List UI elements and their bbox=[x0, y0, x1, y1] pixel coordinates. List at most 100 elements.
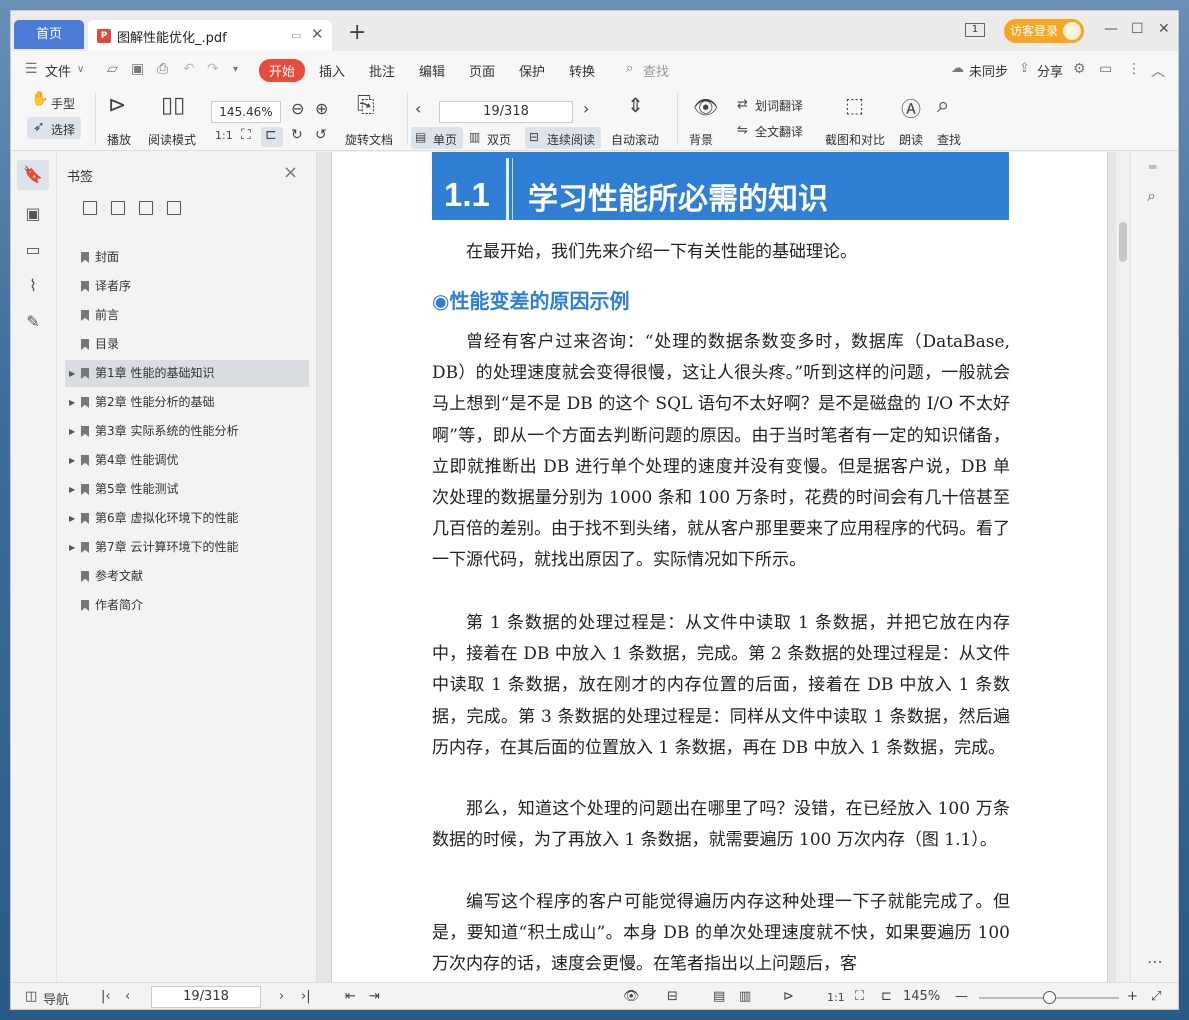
word-translate-button[interactable]: 划词翻译 bbox=[755, 97, 803, 114]
single-page-button[interactable]: 单页 bbox=[433, 131, 457, 148]
add-bookmark-icon[interactable] bbox=[83, 201, 97, 215]
bookmark-item[interactable]: 作者简介 bbox=[65, 592, 309, 619]
hand-tool[interactable]: 手型 bbox=[51, 95, 75, 112]
menu-insert[interactable]: 插入 bbox=[319, 61, 345, 80]
new-tab-icon[interactable]: + bbox=[348, 20, 366, 45]
attachment-icon[interactable]: ⌇ bbox=[23, 276, 43, 296]
zoom-select[interactable]: 145.46% bbox=[211, 101, 281, 123]
print-icon[interactable]: ⎙ bbox=[157, 61, 168, 77]
guest-login-button[interactable]: 访客登录 bbox=[1004, 19, 1084, 43]
continuous-read-button[interactable]: 连续阅读 bbox=[547, 131, 595, 148]
zoom-out-icon[interactable]: — bbox=[955, 989, 968, 1004]
bookmark-panel-icon[interactable]: 🔖 bbox=[17, 160, 49, 190]
autoscroll-button[interactable]: 自动滚动 bbox=[611, 131, 659, 148]
actual-size-icon[interactable]: 1:1 bbox=[215, 129, 233, 142]
menu-start[interactable]: 开始 bbox=[259, 59, 306, 82]
bookmark-item[interactable]: ▶ 第4章 性能调优 bbox=[65, 447, 309, 474]
read-aloud-button[interactable]: 朗读 bbox=[899, 131, 923, 148]
menu-convert[interactable]: 转换 bbox=[569, 61, 595, 80]
zoom-slider-knob[interactable] bbox=[1043, 991, 1056, 1004]
full-translate-button[interactable]: 全文翻译 bbox=[755, 123, 803, 140]
screenshot-compare-button[interactable]: 截图和对比 bbox=[825, 131, 885, 148]
add-child-bookmark-icon[interactable] bbox=[111, 201, 125, 215]
bookmark-item[interactable]: 前言 bbox=[65, 302, 309, 329]
expand-arrow-icon[interactable]: ▶ bbox=[69, 534, 75, 561]
undo-icon[interactable]: ↶ bbox=[183, 61, 195, 77]
zoom-percent[interactable]: 145% bbox=[903, 989, 940, 1004]
bookmark-item[interactable]: 译者序 bbox=[65, 273, 309, 300]
bookmark-item[interactable]: ▶ 第2章 性能分析的基础 bbox=[65, 389, 309, 416]
page-indicator[interactable]: 19/318 bbox=[151, 986, 261, 1008]
continuous-view-icon[interactable]: ⊟ bbox=[667, 989, 678, 1004]
actual-size-icon[interactable]: 1:1 bbox=[827, 991, 845, 1004]
customize-icon[interactable]: ▾ bbox=[233, 64, 238, 75]
menu-edit[interactable]: 编辑 bbox=[419, 61, 445, 80]
delete-bookmark-icon[interactable] bbox=[167, 201, 181, 215]
play-button[interactable]: 播放 bbox=[107, 131, 131, 148]
expand-arrow-icon[interactable]: ▶ bbox=[69, 505, 75, 532]
chevron-down-icon[interactable]: ∨ bbox=[77, 64, 84, 75]
forward-icon[interactable]: ⇥ bbox=[369, 989, 380, 1004]
expand-arrow-icon[interactable]: ▶ bbox=[69, 447, 75, 474]
prev-page-icon[interactable]: ‹ bbox=[415, 99, 421, 118]
menu-search[interactable]: 查找 bbox=[643, 61, 669, 80]
close-panel-icon[interactable]: × bbox=[283, 162, 298, 183]
expand-arrow-icon[interactable]: ▶ bbox=[69, 389, 75, 416]
find-button[interactable]: 查找 bbox=[937, 131, 961, 148]
last-page-icon[interactable]: ›| bbox=[301, 989, 311, 1004]
hamburger-icon[interactable]: ☰ bbox=[25, 61, 38, 77]
read-mode-button[interactable]: 阅读模式 bbox=[148, 131, 196, 148]
sync-status[interactable]: 未同步 bbox=[969, 61, 1008, 80]
maximize-icon[interactable]: ☐ bbox=[1131, 21, 1144, 37]
play-icon[interactable]: ⊳ bbox=[783, 989, 794, 1004]
first-page-icon[interactable]: |‹ bbox=[101, 989, 111, 1004]
search-icon[interactable]: ⌕ bbox=[626, 61, 633, 76]
bookmark-item[interactable]: 封面 bbox=[65, 244, 309, 271]
save-icon[interactable]: ▣ bbox=[131, 61, 144, 77]
more-icon[interactable]: ⋮ bbox=[1127, 61, 1141, 77]
rotate-right-icon[interactable]: ↻ bbox=[291, 127, 303, 143]
expand-arrow-icon[interactable]: ▶ bbox=[69, 476, 75, 503]
bookmark-item[interactable]: ▶ 第7章 云计算环境下的性能 bbox=[65, 534, 309, 561]
expand-arrow-icon[interactable]: ▶ bbox=[69, 360, 75, 387]
collapse-ribbon-icon[interactable]: ︿ bbox=[1151, 61, 1165, 81]
share-button[interactable]: 分享 bbox=[1037, 61, 1063, 80]
zoom-in-icon[interactable]: ⊕ bbox=[315, 99, 328, 118]
back-icon[interactable]: ⇤ bbox=[345, 989, 356, 1004]
background-button[interactable]: 背景 bbox=[689, 131, 713, 148]
scroll-thumb[interactable] bbox=[1119, 222, 1127, 262]
minimize-icon[interactable]: — bbox=[1104, 21, 1118, 37]
document-viewer[interactable]: 1.1 学习性能所必需的知识 在最开始，我们先来介绍一下有关性能的基础理论。 ◉… bbox=[317, 152, 1130, 982]
pin-icon[interactable]: ▭ bbox=[291, 29, 301, 42]
menu-page[interactable]: 页面 bbox=[469, 61, 495, 80]
select-tool[interactable]: 选择 bbox=[51, 121, 75, 138]
next-page-icon[interactable]: › bbox=[583, 99, 589, 118]
double-view-icon[interactable]: ▥ bbox=[739, 989, 751, 1004]
bookmark-item[interactable]: ▶ 第5章 性能测试 bbox=[65, 476, 309, 503]
menu-annotate[interactable]: 批注 bbox=[369, 61, 395, 80]
signature-icon[interactable]: ✎ bbox=[23, 312, 43, 332]
nav-panel-icon[interactable]: ◫ bbox=[25, 989, 37, 1004]
nav-button[interactable]: 导航 bbox=[43, 989, 69, 1008]
bookmark-item[interactable]: 目录 bbox=[65, 331, 309, 358]
settings-icon[interactable]: ⚙ bbox=[1073, 61, 1086, 77]
expand-arrow-icon[interactable]: ▶ bbox=[69, 418, 75, 445]
bookmark-item[interactable]: ▶ 第6章 虚拟化环境下的性能 bbox=[65, 505, 309, 532]
page-count-badge[interactable]: 1 bbox=[965, 23, 985, 37]
page-input[interactable]: 19/318 bbox=[439, 101, 573, 123]
zoom-in-icon[interactable]: + bbox=[1127, 989, 1138, 1004]
thumbnail-icon[interactable]: ▣ bbox=[23, 204, 43, 224]
fullscreen-icon[interactable]: ⤢ bbox=[1151, 989, 1161, 1004]
vertical-scrollbar[interactable] bbox=[1116, 152, 1130, 982]
single-view-icon[interactable]: ▤ bbox=[713, 989, 725, 1004]
fit-page-icon[interactable]: ⛶ bbox=[855, 989, 864, 1004]
menu-protect[interactable]: 保护 bbox=[519, 61, 545, 80]
menu-file[interactable]: 文件 bbox=[45, 61, 71, 80]
document-tab[interactable]: P 图解性能优化_.pdf ▭ ✕ bbox=[88, 20, 332, 51]
double-page-button[interactable]: 双页 bbox=[487, 131, 511, 148]
open-folder-icon[interactable]: ▱ bbox=[107, 61, 118, 77]
eye-protect-icon[interactable]: 👁 bbox=[623, 989, 640, 1004]
zoom-out-icon[interactable]: ⊖ bbox=[291, 99, 304, 118]
more-options-icon[interactable]: ⋯ bbox=[1147, 952, 1163, 971]
bookmark-item[interactable]: ▶ 第3章 实际系统的性能分析 bbox=[65, 418, 309, 445]
